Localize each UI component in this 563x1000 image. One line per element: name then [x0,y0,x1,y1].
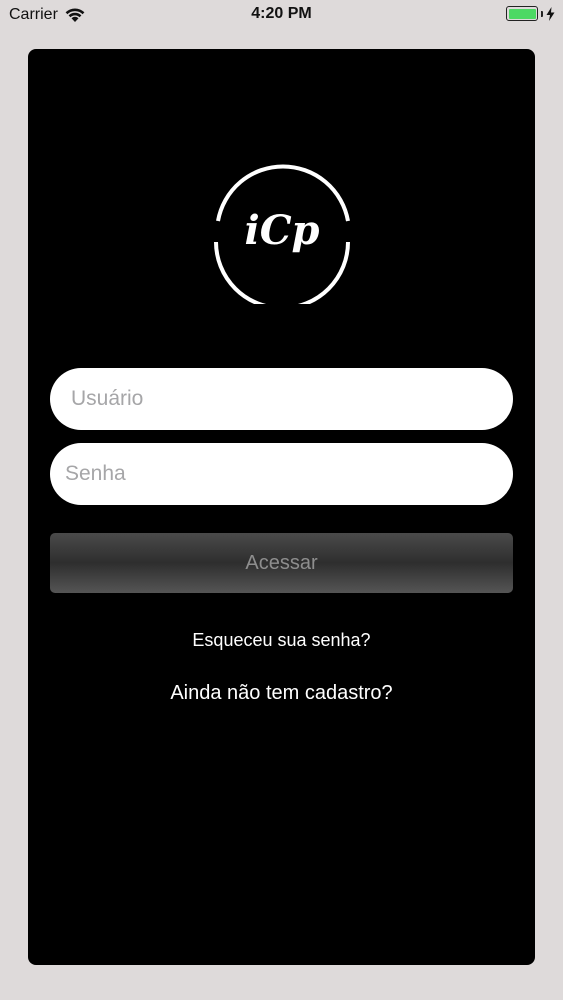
username-input[interactable] [50,368,513,430]
forgot-password-link[interactable]: Esqueceu sua senha? [28,630,535,651]
battery-fill [508,8,536,19]
battery-indicator [506,6,555,21]
battery-nub [541,10,543,17]
access-button[interactable]: Acessar [50,533,513,593]
password-input[interactable] [50,443,513,505]
charging-bolt-icon [546,6,555,21]
status-time: 4:20 PM [251,5,312,22]
battery-icon [506,6,538,21]
status-bar: Carrier 4:20 PM [0,0,563,30]
login-card: iCp Acessar Esqueceu sua senha? Ainda nã… [28,49,535,965]
register-link[interactable]: Ainda não tem cadastro? [28,682,535,705]
logo-text: iCp [245,207,320,254]
icp-logo-icon: iCp [214,164,350,304]
